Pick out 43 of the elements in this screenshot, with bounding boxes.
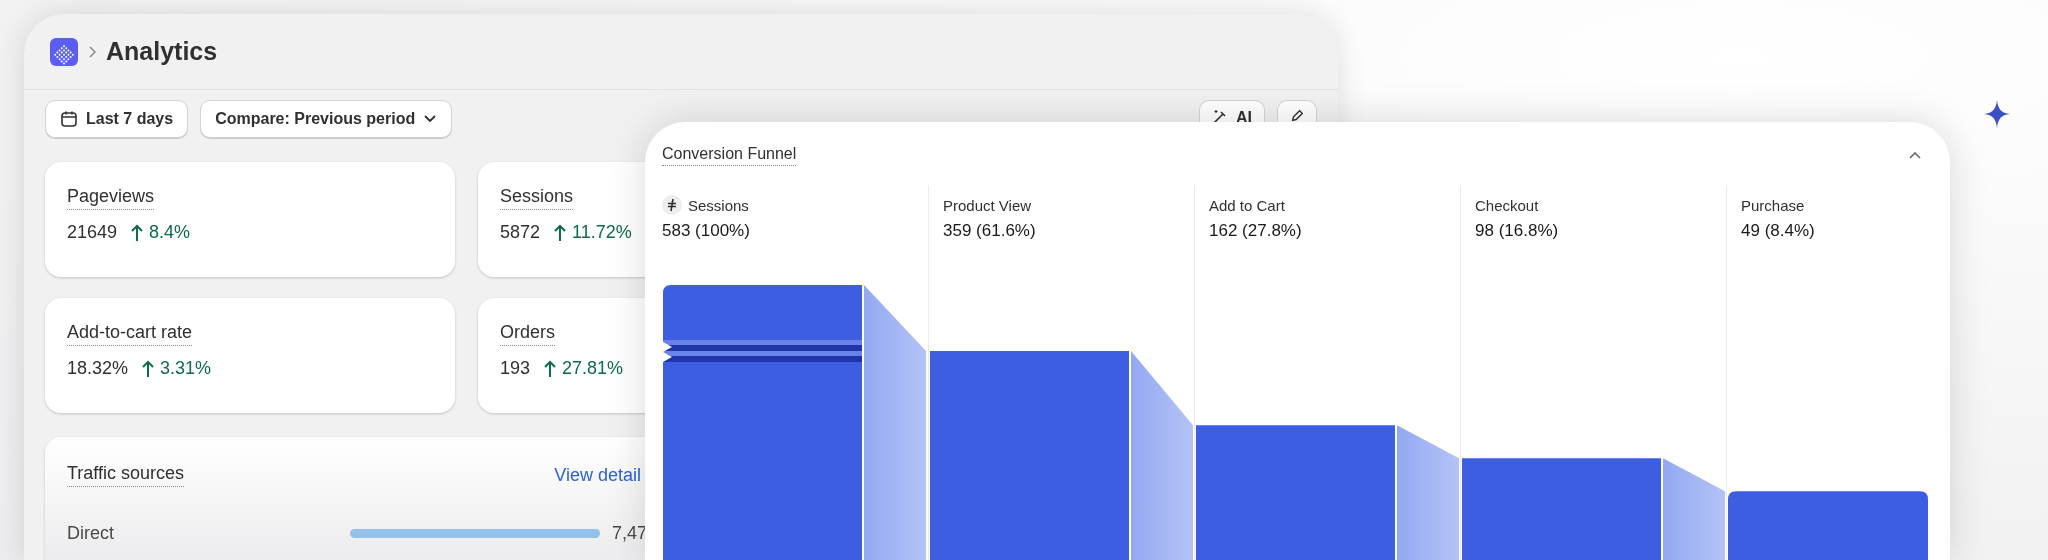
edit-button[interactable] [1277,100,1317,122]
sparkle-icon [1984,100,2010,128]
metric-value: 5872 [500,222,541,243]
view-details-link[interactable]: View detail [554,464,641,486]
stage-value: 359 (61.6%) [943,221,1037,241]
chevron-up-icon [1908,150,1922,160]
panel-title: Conversion Funnel [662,144,797,166]
stage-name: Purchase [1741,196,1805,214]
arrow-up-icon [544,359,557,378]
card-title: Traffic sources [67,463,185,487]
metric-value: 193 [500,358,531,379]
stage-name: Checkout [1475,196,1539,214]
metric-change: 3.31% [160,358,212,379]
metric-value: 18.32% [67,358,129,379]
metric-title: Sessions [500,186,574,210]
chevron-down-icon [423,114,438,124]
date-range-button[interactable]: Last 7 days [45,100,189,138]
metric-change: 11.72% [572,222,632,243]
pencil-icon [1290,109,1304,122]
metric-change: 8.4% [149,222,191,243]
stage-name: Add to Cart [1209,196,1285,214]
window-title: Analytics [106,37,218,66]
metric-change: 27.81% [562,358,624,379]
stage-value: 49 (8.4%) [1741,221,1816,241]
logo-icon [50,37,78,66]
metric-title: Pageviews [67,186,155,210]
stage-value: 98 (16.8%) [1475,221,1560,241]
stage-name: Sessions [688,196,749,214]
arrow-up-icon [131,223,144,242]
crossed-lines-icon [662,195,682,215]
stage-value: 583 (100%) [662,221,751,241]
metric-value: 21649 [67,222,118,243]
magic-wand-icon [1212,109,1228,122]
compare-dropdown[interactable]: Compare: Previous period [200,100,453,138]
source-name: Direct [67,523,115,544]
arrow-up-icon [142,359,155,378]
stage-value: 162 (27.8%) [1209,221,1303,241]
stage-name: Product View [943,196,1032,214]
metric-title: Orders [500,322,555,346]
arrow-up-icon [554,223,567,242]
metric-title: Add-to-cart rate [67,322,193,346]
source-value: 7,47 [612,523,649,544]
calendar-icon [60,110,78,128]
